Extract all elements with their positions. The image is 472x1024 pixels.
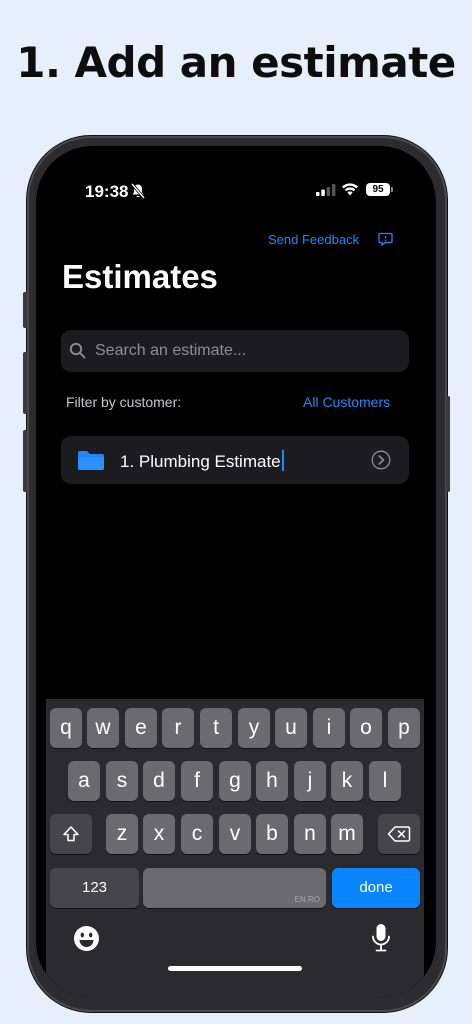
key[interactable]: a <box>68 761 100 801</box>
filter-label: Filter by customer: <box>66 394 182 410</box>
folder-icon <box>78 451 104 470</box>
side-button <box>446 396 450 492</box>
wifi-icon <box>342 183 358 196</box>
send-feedback-link[interactable]: Send Feedback <box>268 232 359 247</box>
signal-icon <box>316 184 336 196</box>
numbers-key[interactable]: 123 <box>50 868 139 908</box>
key[interactable]: b <box>256 814 288 854</box>
headline: 1. Add an estimate <box>16 38 456 87</box>
text-cursor <box>281 450 284 471</box>
shift-key[interactable] <box>50 814 92 854</box>
key[interactable]: l <box>369 761 401 801</box>
feedback-icon[interactable] <box>378 232 393 246</box>
delete-key[interactable] <box>378 814 420 854</box>
key[interactable]: d <box>143 761 175 801</box>
battery-tip <box>391 187 393 192</box>
key[interactable]: g <box>219 761 251 801</box>
key[interactable]: u <box>275 708 307 748</box>
done-button[interactable]: done <box>332 868 420 908</box>
key[interactable]: f <box>181 761 213 801</box>
key[interactable]: h <box>256 761 288 801</box>
search-input[interactable] <box>95 330 395 372</box>
key[interactable]: i <box>313 708 345 748</box>
search-icon <box>69 342 86 359</box>
status-time: 19:38 <box>85 182 129 201</box>
key[interactable]: y <box>238 708 270 748</box>
estimate-name: 1. Plumbing Estimate <box>120 450 284 472</box>
key[interactable]: e <box>125 708 157 748</box>
key[interactable]: o <box>350 708 382 748</box>
emoji-icon[interactable] <box>73 925 100 952</box>
key[interactable]: w <box>87 708 119 748</box>
key[interactable]: x <box>143 814 175 854</box>
phone-screen: 19:38 95 Send Feedback Estimates Filter … <box>36 146 436 998</box>
key[interactable]: k <box>331 761 363 801</box>
side-button <box>23 430 27 492</box>
microphone-icon[interactable] <box>371 923 391 953</box>
space-key[interactable]: EN RO <box>143 868 326 908</box>
side-button <box>23 292 27 328</box>
key[interactable]: n <box>294 814 326 854</box>
key[interactable]: j <box>294 761 326 801</box>
key[interactable]: v <box>219 814 251 854</box>
key[interactable]: q <box>50 708 82 748</box>
key[interactable]: c <box>181 814 213 854</box>
keyboard: q w e r t y u i o p a s d f g h j k l z … <box>46 699 424 998</box>
battery-indicator: 95 <box>366 183 390 196</box>
estimate-row[interactable]: 1. Plumbing Estimate <box>61 436 409 484</box>
search-bar[interactable] <box>61 330 409 372</box>
customer-filter-button[interactable]: All Customers <box>303 394 390 410</box>
keyboard-language-label: EN RO <box>294 895 320 904</box>
key[interactable]: s <box>106 761 138 801</box>
delete-icon <box>387 826 411 842</box>
key[interactable]: m <box>331 814 363 854</box>
key[interactable]: r <box>162 708 194 748</box>
chevron-right-icon[interactable] <box>371 450 391 470</box>
side-button <box>23 352 27 414</box>
shift-icon <box>63 826 79 842</box>
key[interactable]: z <box>106 814 138 854</box>
page-title: Estimates <box>62 258 218 295</box>
key[interactable]: p <box>388 708 420 748</box>
home-indicator[interactable] <box>168 966 302 971</box>
bell-slash-icon <box>131 183 145 199</box>
key[interactable]: t <box>200 708 232 748</box>
